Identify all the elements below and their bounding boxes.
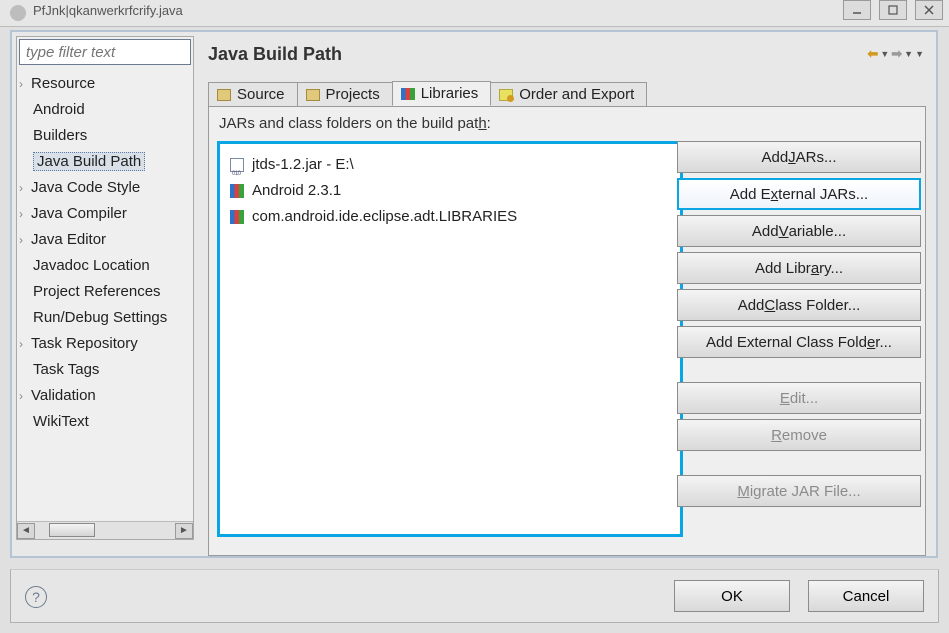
page-title: Java Build Path [202,36,932,77]
tab-projects[interactable]: Projects [297,82,393,106]
migrate-jar-button[interactable]: Migrate JAR File... [677,475,921,507]
properties-dialog: ›Resource Android Builders Java Build Pa… [10,30,938,558]
tab-order-export[interactable]: Order and Export [490,82,647,106]
add-external-class-folder-button[interactable]: Add External Class Folder... [677,326,921,358]
tree-item: Task Tags [19,357,191,383]
buildpath-list[interactable]: jtds-1.2.jar - E:\ Android 2.3.1 com.and… [217,141,683,537]
action-buttons: Add JARs... Add External JARs... Add Var… [677,141,921,507]
projects-icon [306,89,320,101]
forward-icon: ➡ [891,46,902,62]
scroll-right-icon[interactable]: ► [175,523,193,539]
window-close-button[interactable] [915,0,943,20]
tree-item: ›Resource [19,71,191,97]
tree-item: Javadoc Location [19,253,191,279]
list-item: com.android.ide.eclipse.adt.LIBRARIES [230,204,670,230]
tree-item: ›Java Compiler [19,201,191,227]
tree-item: ›Validation [19,383,191,409]
list-item: jtds-1.2.jar - E:\ [230,152,670,178]
tab-source[interactable]: Source [208,82,298,106]
app-icon [10,5,26,21]
scroll-left-icon[interactable]: ◄ [17,523,35,539]
add-library-button[interactable]: Add Library... [677,252,921,284]
window-title: PfJnk|qkanwerkrfcrify.java [33,3,183,18]
tree-item: ›Java Editor [19,227,191,253]
add-class-folder-button[interactable]: Add Class Folder... [677,289,921,321]
window-titlebar: PfJnk|qkanwerkrfcrify.java [0,0,949,27]
tree-item: ›Java Code Style [19,175,191,201]
cancel-button[interactable]: Cancel [808,580,924,612]
libraries-tab-page: JARs and class folders on the build path… [208,106,926,556]
tree-item: Android [19,97,191,123]
history-nav[interactable]: ⬅▼ ➡▼ ▼ [867,46,924,62]
tree-item: WikiText [19,409,191,435]
back-icon: ⬅ [867,46,878,62]
tree-item: Project References [19,279,191,305]
add-variable-button[interactable]: Add Variable... [677,215,921,247]
tree-item: Run/Debug Settings [19,305,191,331]
page-content: Java Build Path ⬅▼ ➡▼ ▼ Source Projects … [202,36,932,556]
jar-icon [230,158,244,172]
tree-item: Builders [19,123,191,149]
add-external-jars-button[interactable]: Add External JARs... [677,178,921,210]
list-label: JARs and class folders on the build path… [219,115,915,132]
list-item: Android 2.3.1 [230,178,670,204]
tab-libraries[interactable]: Libraries [392,81,492,106]
add-jars-button[interactable]: Add JARs... [677,141,921,173]
tree-item-selected: Java Build Path [19,149,191,175]
source-icon [217,89,231,101]
category-tree[interactable]: ›Resource Android Builders Java Build Pa… [17,67,193,435]
filter-input[interactable] [19,39,191,65]
help-icon[interactable]: ? [25,586,47,608]
edit-button[interactable]: Edit... [677,382,921,414]
sidebar-hscrollbar[interactable]: ◄ ► [17,521,193,539]
category-sidebar: ›Resource Android Builders Java Build Pa… [16,36,194,540]
scroll-thumb[interactable] [49,523,95,537]
window-minimize-button[interactable] [843,0,871,20]
ok-button[interactable]: OK [674,580,790,612]
tree-item: ›Task Repository [19,331,191,357]
tab-bar: Source Projects Libraries Order and Expo… [208,80,646,105]
window-maximize-button[interactable] [879,0,907,20]
dialog-button-bar: ? OK Cancel [10,569,939,623]
libraries-icon [401,88,415,100]
remove-button[interactable]: Remove [677,419,921,451]
order-export-icon [499,89,513,101]
library-icon [230,210,244,224]
